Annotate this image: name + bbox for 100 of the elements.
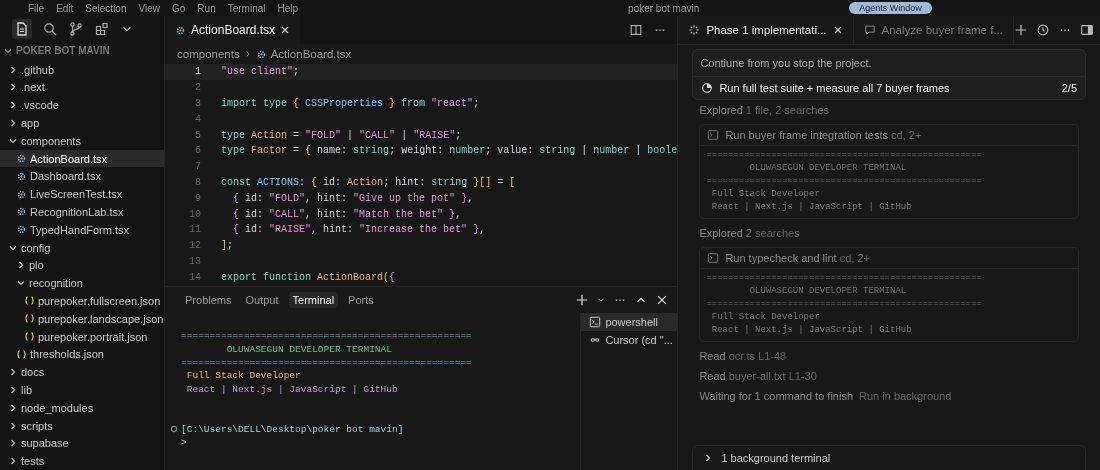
menu-item[interactable]: Go <box>172 2 186 14</box>
output-line: OLUWASEGUN DEVELOPER TERMINAL <box>748 162 908 175</box>
file-tree-item[interactable]: lib <box>0 381 165 399</box>
gear-icon <box>255 48 267 60</box>
gear-icon <box>16 153 27 165</box>
files-icon[interactable] <box>12 18 32 39</box>
file-tree-item[interactable]: ActionBoard.tsx <box>0 149 165 168</box>
line-number: 8 <box>194 176 203 188</box>
braces-icon <box>24 331 35 342</box>
breadcrumb-item[interactable]: ActionBoard.tsx <box>270 48 352 60</box>
explorer-title: POKER BOT MAVIN <box>16 45 110 57</box>
file-tree-item[interactable]: docs <box>0 363 165 381</box>
terminal-list-item[interactable]: Cursor (cd "... <box>581 331 678 349</box>
todo-label: Run full test suite + measure all 7 buyer frames <box>719 82 950 94</box>
chevron-icon <box>8 402 18 413</box>
file-tree-item[interactable]: purepoker.fullscreen.json <box>0 292 165 310</box>
file-tree-item[interactable]: .github <box>0 60 165 79</box>
extensions-icon[interactable] <box>94 20 110 37</box>
chevron-icon <box>8 420 18 431</box>
chevron-icon <box>16 260 26 271</box>
file-tree-item[interactable]: LiveScreenTest.tsx <box>0 185 165 204</box>
chevron-icon <box>8 100 18 111</box>
file-tree-item[interactable]: TypedHandForm.tsx <box>0 220 165 239</box>
file-tree-item[interactable]: Dashboard.tsx <box>0 167 165 186</box>
code-line: type Factor = { name: string; weight: number; value: string | number | boole <box>221 145 678 157</box>
file-tree-item[interactable]: plo <box>0 256 165 275</box>
source-control-icon[interactable] <box>68 20 84 37</box>
file-tree-item[interactable]: .vscode <box>0 96 165 115</box>
menu-item[interactable]: Selection <box>85 2 127 14</box>
file-tree-item[interactable]: tests <box>0 452 165 470</box>
panel-tab[interactable]: Problems <box>181 292 236 308</box>
code-line: type Action = "FOLD" | "CALL" | "RAISE"; <box>221 129 462 141</box>
file-tree-item[interactable]: recognition <box>0 274 165 293</box>
history-icon[interactable] <box>1036 23 1050 37</box>
agents-window-button[interactable]: Agents Window <box>849 2 932 14</box>
file-tree-item[interactable]: config <box>0 238 165 257</box>
line-number: 1 <box>194 66 203 78</box>
sidebar-toggle-icon[interactable] <box>1080 23 1094 37</box>
menu-item[interactable]: Edit <box>56 2 74 14</box>
chat-icon <box>863 24 876 36</box>
chevron-icon <box>8 438 18 449</box>
background-terminals-bar[interactable]: 1 background terminal <box>692 445 1086 470</box>
file-tree-item[interactable]: thresholds.json <box>0 345 165 364</box>
output-line: =================================================== <box>706 272 983 285</box>
menu-item[interactable]: Help <box>277 2 299 14</box>
output-line: =================================================== <box>706 149 983 162</box>
close-icon[interactable] <box>832 25 843 35</box>
line-number: 3 <box>194 98 203 109</box>
code-line: "use client"; <box>221 66 300 78</box>
terminal-line: OLUWASEGUN DEVELOPER TERMINAL <box>225 343 392 355</box>
command-title[interactable]: Run buyer frame integration tests cd, 2+ <box>725 129 922 141</box>
chevron-icon <box>8 456 18 467</box>
file-tree-item[interactable]: supabase <box>0 434 165 453</box>
step-note: Explored 2 searches <box>699 227 801 239</box>
gear-icon <box>16 224 27 236</box>
panel-tab[interactable]: Output <box>241 292 283 308</box>
file-tree-item[interactable]: purepoker.landscape.json <box>0 309 165 328</box>
panel-tab[interactable]: Terminal <box>288 292 339 308</box>
menu-item[interactable]: Terminal <box>227 2 266 14</box>
code-line: { id: "RAISE", hint: "Increase the bet" }, <box>232 224 486 236</box>
code-line: ]; <box>221 240 234 252</box>
menu-item[interactable]: File <box>28 2 45 14</box>
file-tree-item[interactable]: node_modules <box>0 398 165 417</box>
menu-item[interactable]: View <box>138 2 160 14</box>
prompt-text: Contiune from you stop the project. <box>693 50 1085 77</box>
menu-item[interactable]: Run <box>197 2 216 14</box>
output-line: Full Stack Developer <box>710 311 821 324</box>
close-icon[interactable] <box>280 25 291 35</box>
code-line: const ACTIONS: { id: Action; hint: string }[] = [ <box>221 176 516 188</box>
file-tree-item[interactable]: components <box>0 131 165 150</box>
editor-tab[interactable]: ActionBoard.tsx <box>165 16 301 44</box>
split-editor-icon[interactable] <box>629 23 644 37</box>
chevron-icon <box>8 64 18 75</box>
file-tree-item[interactable]: app <box>0 114 165 132</box>
output-line: Full Stack Developer <box>710 188 821 201</box>
agent-tab[interactable]: Phase 1 implementati... <box>678 16 854 44</box>
chevron-icon <box>8 82 18 93</box>
file-tree-item[interactable]: .next <box>0 78 165 97</box>
terminal-line: > <box>181 437 187 449</box>
file-tree-item[interactable]: RecognitionLab.tsx <box>0 203 165 221</box>
plus-icon[interactable] <box>575 293 590 307</box>
line-number: 2 <box>194 82 203 94</box>
search-icon[interactable] <box>42 20 58 37</box>
file-tree-item[interactable]: purepoker.portrait.json <box>0 327 165 346</box>
terminal-list-item[interactable]: powershell <box>581 313 678 331</box>
breadcrumb-item[interactable]: components <box>177 48 240 60</box>
output-line: =================================================== <box>706 298 983 311</box>
command-title[interactable]: Run typecheck and lint cd, 2+ <box>725 252 870 264</box>
line-number: 10 <box>188 208 203 220</box>
plus-icon[interactable] <box>1014 23 1028 37</box>
step-note: Read ocr.ts L1-48 <box>699 350 788 362</box>
agent-tab[interactable]: Analyze buyer frame f... <box>853 16 1014 44</box>
line-number: 6 <box>194 145 203 157</box>
gear-icon <box>16 170 27 182</box>
panel-tab[interactable]: Ports <box>344 292 378 308</box>
chevron-icon <box>8 117 18 128</box>
step-note: Read buyer-all.txt L1-30 <box>699 370 818 382</box>
terminal-line: =================================================== <box>181 356 472 368</box>
file-tree-item[interactable]: scripts <box>0 416 165 435</box>
terminal-line: [C:\Users\DELL\Desktop\poker bot mavin] <box>181 423 404 435</box>
